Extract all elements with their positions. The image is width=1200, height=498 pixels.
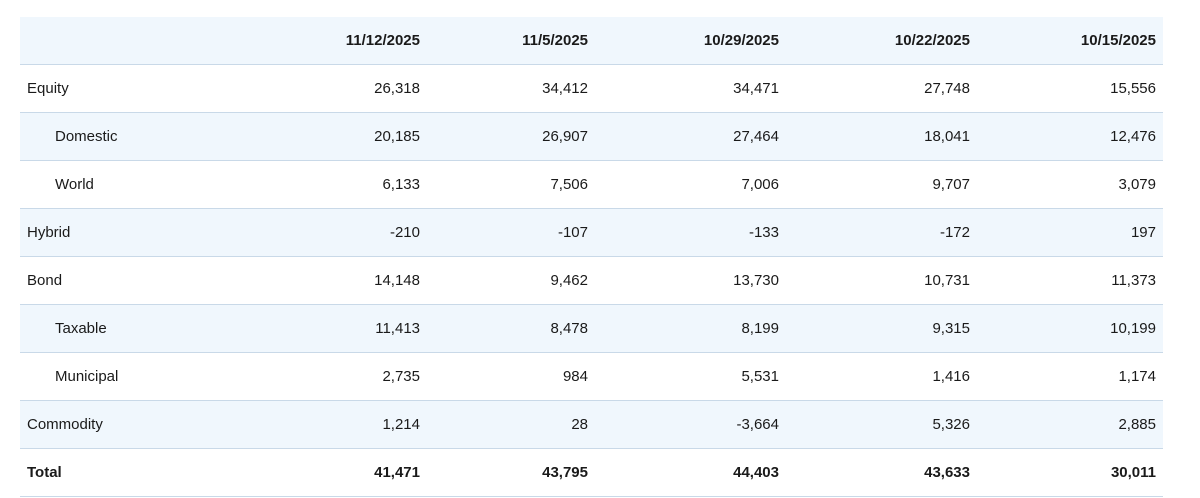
cell-value: 984: [427, 352, 595, 401]
table-row-hybrid: Hybrid -210 -107 -133 -172 197: [20, 208, 1163, 257]
header-date-4: 10/22/2025: [786, 17, 977, 65]
cell-value: 7,006: [595, 160, 786, 209]
table-row-domestic: Domestic 20,185 26,907 27,464 18,041 12,…: [20, 112, 1163, 161]
table-row-commodity: Commodity 1,214 28 -3,664 5,326 2,885: [20, 400, 1163, 449]
cell-value: 3,079: [977, 160, 1163, 209]
cell-value: 34,471: [595, 64, 786, 113]
cell-value: 26,318: [255, 64, 427, 113]
table-row-total: Total 41,471 43,795 44,403 43,633 30,011: [20, 448, 1163, 497]
cell-value: 20,185: [255, 112, 427, 161]
cell-value: -3,664: [595, 400, 786, 449]
header-category: [20, 17, 255, 65]
cell-value: 28: [427, 400, 595, 449]
cell-value: 5,326: [786, 400, 977, 449]
row-label: Commodity: [20, 400, 255, 449]
table-row-equity: Equity 26,318 34,412 34,471 27,748 15,55…: [20, 64, 1163, 113]
table-header-row: 11/12/2025 11/5/2025 10/29/2025 10/22/20…: [20, 17, 1163, 65]
row-label: Bond: [20, 256, 255, 305]
row-label: Municipal: [20, 352, 255, 401]
cell-value: 41,471: [255, 448, 427, 497]
cell-value: -210: [255, 208, 427, 257]
cell-value: 44,403: [595, 448, 786, 497]
cell-value: 30,011: [977, 448, 1163, 497]
cell-value: 14,148: [255, 256, 427, 305]
header-date-3: 10/29/2025: [595, 17, 786, 65]
cell-value: 26,907: [427, 112, 595, 161]
cell-value: 27,748: [786, 64, 977, 113]
cell-value: 1,174: [977, 352, 1163, 401]
header-date-2: 11/5/2025: [427, 17, 595, 65]
cell-value: 8,478: [427, 304, 595, 353]
cell-value: 9,315: [786, 304, 977, 353]
cell-value: -107: [427, 208, 595, 257]
fund-flows-table: 11/12/2025 11/5/2025 10/29/2025 10/22/20…: [20, 17, 1163, 497]
cell-value: 1,416: [786, 352, 977, 401]
header-date-5: 10/15/2025: [977, 17, 1163, 65]
table-row-municipal: Municipal 2,735 984 5,531 1,416 1,174: [20, 352, 1163, 401]
cell-value: 27,464: [595, 112, 786, 161]
cell-value: 11,413: [255, 304, 427, 353]
cell-value: 18,041: [786, 112, 977, 161]
cell-value: 5,531: [595, 352, 786, 401]
header-date-1: 11/12/2025: [255, 17, 427, 65]
cell-value: 43,795: [427, 448, 595, 497]
row-label: Domestic: [20, 112, 255, 161]
cell-value: 9,707: [786, 160, 977, 209]
cell-value: 9,462: [427, 256, 595, 305]
table-row-bond: Bond 14,148 9,462 13,730 10,731 11,373: [20, 256, 1163, 305]
cell-value: 43,633: [786, 448, 977, 497]
row-label: Hybrid: [20, 208, 255, 257]
fund-flows-table-container: 11/12/2025 11/5/2025 10/29/2025 10/22/20…: [20, 17, 1163, 497]
table-row-taxable: Taxable 11,413 8,478 8,199 9,315 10,199: [20, 304, 1163, 353]
row-label: World: [20, 160, 255, 209]
cell-value: 2,735: [255, 352, 427, 401]
cell-value: 13,730: [595, 256, 786, 305]
cell-value: 8,199: [595, 304, 786, 353]
cell-value: -133: [595, 208, 786, 257]
cell-value: 2,885: [977, 400, 1163, 449]
cell-value: 11,373: [977, 256, 1163, 305]
cell-value: 197: [977, 208, 1163, 257]
cell-value: 10,199: [977, 304, 1163, 353]
cell-value: 34,412: [427, 64, 595, 113]
cell-value: 1,214: [255, 400, 427, 449]
table-row-world: World 6,133 7,506 7,006 9,707 3,079: [20, 160, 1163, 209]
cell-value: 15,556: [977, 64, 1163, 113]
cell-value: -172: [786, 208, 977, 257]
row-label: Equity: [20, 64, 255, 113]
cell-value: 10,731: [786, 256, 977, 305]
cell-value: 12,476: [977, 112, 1163, 161]
cell-value: 6,133: [255, 160, 427, 209]
row-label: Taxable: [20, 304, 255, 353]
row-label: Total: [20, 448, 255, 497]
cell-value: 7,506: [427, 160, 595, 209]
